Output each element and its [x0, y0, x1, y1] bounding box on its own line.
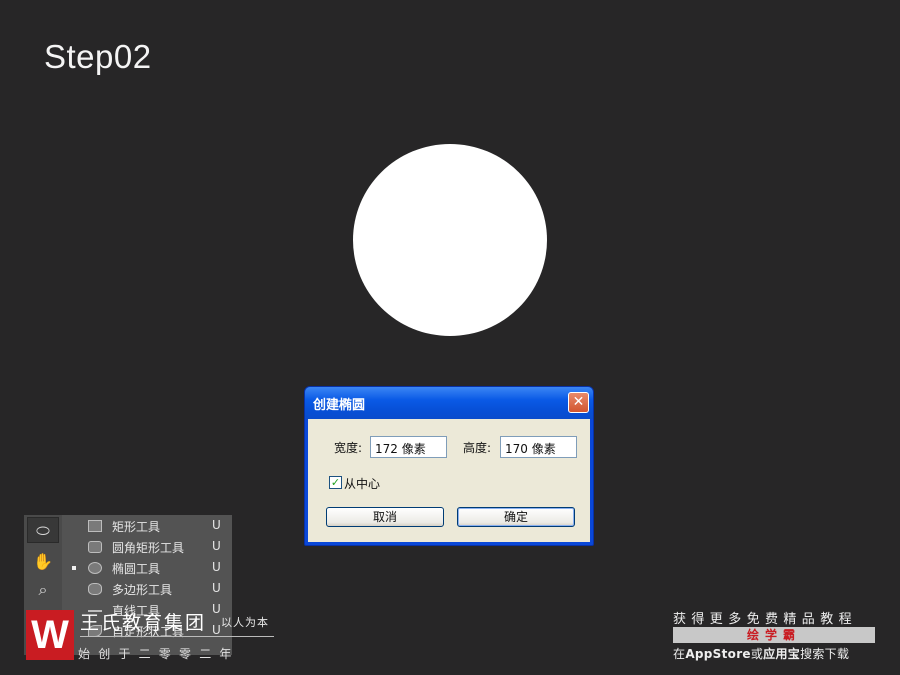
promo-download-text: 在AppStore或应用宝搜索下载: [673, 645, 849, 662]
height-label: 高度:: [463, 441, 492, 455]
flyout-item-label: 多边形工具: [112, 583, 173, 597]
polygon-icon: [88, 583, 102, 595]
brand-logo: W: [26, 610, 74, 660]
ok-button[interactable]: 确定: [457, 507, 575, 527]
dialog-titlebar[interactable]: 创建椭圆 ✕: [305, 387, 593, 419]
brand-slogan: 以人为本: [221, 616, 269, 629]
flyout-item-shortcut: U: [212, 518, 221, 532]
flyout-item-shortcut: U: [212, 581, 221, 595]
from-center-checkbox[interactable]: ✓: [329, 476, 342, 489]
magnifier-icon: ⌕: [38, 580, 48, 599]
promo-app-name: 绘学霸: [673, 627, 875, 643]
flyout-item-shortcut: U: [212, 560, 221, 574]
promo-store-yingyongbao: 应用宝: [763, 647, 801, 661]
flyout-item-label: 椭圆工具: [112, 562, 161, 576]
zoom-tool-slot[interactable]: ⌕: [27, 577, 59, 603]
flyout-item-rounded-rectangle[interactable]: 圆角矩形工具 U: [62, 537, 232, 558]
flyout-item-shortcut: U: [212, 602, 221, 616]
close-icon: ✕: [572, 394, 585, 410]
dialog-body: 宽度: 172 像素 高度: 170 像素 ✓ 从中心 取消 确定: [308, 419, 590, 542]
width-label: 宽度:: [334, 441, 363, 455]
promo-suffix: 搜索下载: [800, 647, 850, 661]
flyout-item-ellipse[interactable]: 椭圆工具 U: [62, 558, 232, 579]
brand-name: 王氏教育集团: [80, 612, 207, 634]
selected-indicator-icon: [72, 566, 76, 570]
height-input[interactable]: 170 像素: [500, 436, 577, 458]
hand-tool-slot[interactable]: ✋: [27, 549, 59, 575]
close-button[interactable]: ✕: [568, 392, 589, 413]
brand-subtitle: 始创于二零零二年: [78, 647, 240, 661]
create-ellipse-dialog: 创建椭圆 ✕ 宽度: 172 像素 高度: 170 像素 ✓ 从中心 取消 确定: [304, 386, 594, 546]
white-circle-shape: [353, 144, 547, 336]
promo-prefix: 在: [673, 647, 686, 661]
step-title: Step02: [44, 38, 152, 75]
from-center-label[interactable]: 从中心: [344, 475, 380, 492]
ellipse-tool-slot[interactable]: ⬭: [27, 517, 59, 543]
ellipse-shape-icon: [88, 562, 102, 574]
dialog-title: 创建椭圆: [313, 398, 366, 413]
promo-headline: 获得更多免费精品教程: [673, 612, 858, 627]
brand-divider: [80, 636, 274, 637]
width-input[interactable]: 172 像素: [370, 436, 447, 458]
promo-store-appstore: AppStore: [685, 647, 751, 661]
rectangle-icon: [88, 520, 102, 532]
checkmark-icon: ✓: [330, 476, 341, 489]
flyout-item-polygon[interactable]: 多边形工具 U: [62, 579, 232, 600]
flyout-item-label: 圆角矩形工具: [112, 541, 185, 555]
flyout-item-label: 矩形工具: [112, 520, 161, 534]
flyout-item-rectangle[interactable]: 矩形工具 U: [62, 516, 232, 537]
rounded-rectangle-icon: [88, 541, 102, 553]
flyout-item-shortcut: U: [212, 623, 221, 637]
cancel-button[interactable]: 取消: [326, 507, 444, 527]
promo-middle: 或: [750, 647, 764, 661]
ellipse-icon: ⬭: [36, 521, 50, 540]
flyout-item-shortcut: U: [212, 539, 221, 553]
hand-icon: ✋: [33, 552, 53, 571]
